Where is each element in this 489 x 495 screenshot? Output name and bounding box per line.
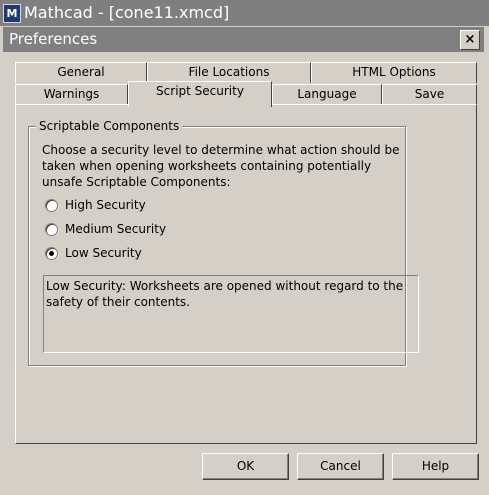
- close-button[interactable]: ×: [460, 30, 480, 50]
- button-label: Cancel: [320, 459, 361, 473]
- app-title: Mathcad - [cone11.xmcd]: [24, 3, 230, 22]
- tab-label: Save: [414, 87, 445, 101]
- mathcad-logo-icon: M: [3, 4, 21, 23]
- tab-html-options[interactable]: HTML Options: [311, 62, 477, 83]
- security-info-text: Low Security: Worksheets are opened with…: [46, 279, 404, 309]
- tab-label: Warnings: [43, 87, 100, 101]
- close-icon: ×: [464, 32, 476, 47]
- preferences-dialog: Preferences × General File Locations HTM…: [0, 26, 489, 495]
- help-button[interactable]: Help: [392, 453, 479, 480]
- button-label: OK: [236, 459, 255, 473]
- radio-selected-dot: [49, 251, 54, 256]
- tab-save[interactable]: Save: [382, 84, 477, 104]
- button-label: Help: [421, 459, 450, 473]
- tab-label: File Locations: [188, 65, 270, 79]
- security-info-box: Low Security: Worksheets are opened with…: [43, 275, 419, 353]
- radio-button[interactable]: [45, 199, 58, 212]
- radio-button[interactable]: [45, 247, 58, 260]
- radio-button[interactable]: [45, 223, 58, 236]
- tab-language[interactable]: Language: [272, 84, 382, 104]
- dialog-title: Preferences: [9, 30, 98, 48]
- group-legend: Scriptable Components: [36, 119, 183, 133]
- ok-button[interactable]: OK: [202, 453, 289, 480]
- tab-label: Script Security: [156, 84, 244, 98]
- tab-label: General: [57, 65, 105, 79]
- cancel-button[interactable]: Cancel: [297, 453, 384, 480]
- radio-label: Medium Security: [65, 222, 167, 236]
- tab-script-security[interactable]: Script Security: [128, 81, 272, 107]
- tab-label: HTML Options: [352, 65, 436, 79]
- group-description: Choose a security level to determine wha…: [42, 143, 400, 189]
- tab-label: Language: [297, 87, 357, 101]
- tab-general[interactable]: General: [15, 62, 147, 83]
- app-titlebar: M Mathcad - [cone11.xmcd]: [0, 0, 489, 26]
- radio-label: Low Security: [65, 246, 142, 260]
- tab-panel-script-security: Scriptable Components Choose a security …: [15, 104, 477, 444]
- radio-label: High Security: [65, 198, 146, 212]
- dialog-titlebar: Preferences ×: [3, 27, 484, 52]
- tab-file-locations[interactable]: File Locations: [147, 62, 311, 83]
- tab-warnings[interactable]: Warnings: [15, 84, 128, 104]
- scriptable-components-group: Scriptable Components Choose a security …: [28, 119, 419, 366]
